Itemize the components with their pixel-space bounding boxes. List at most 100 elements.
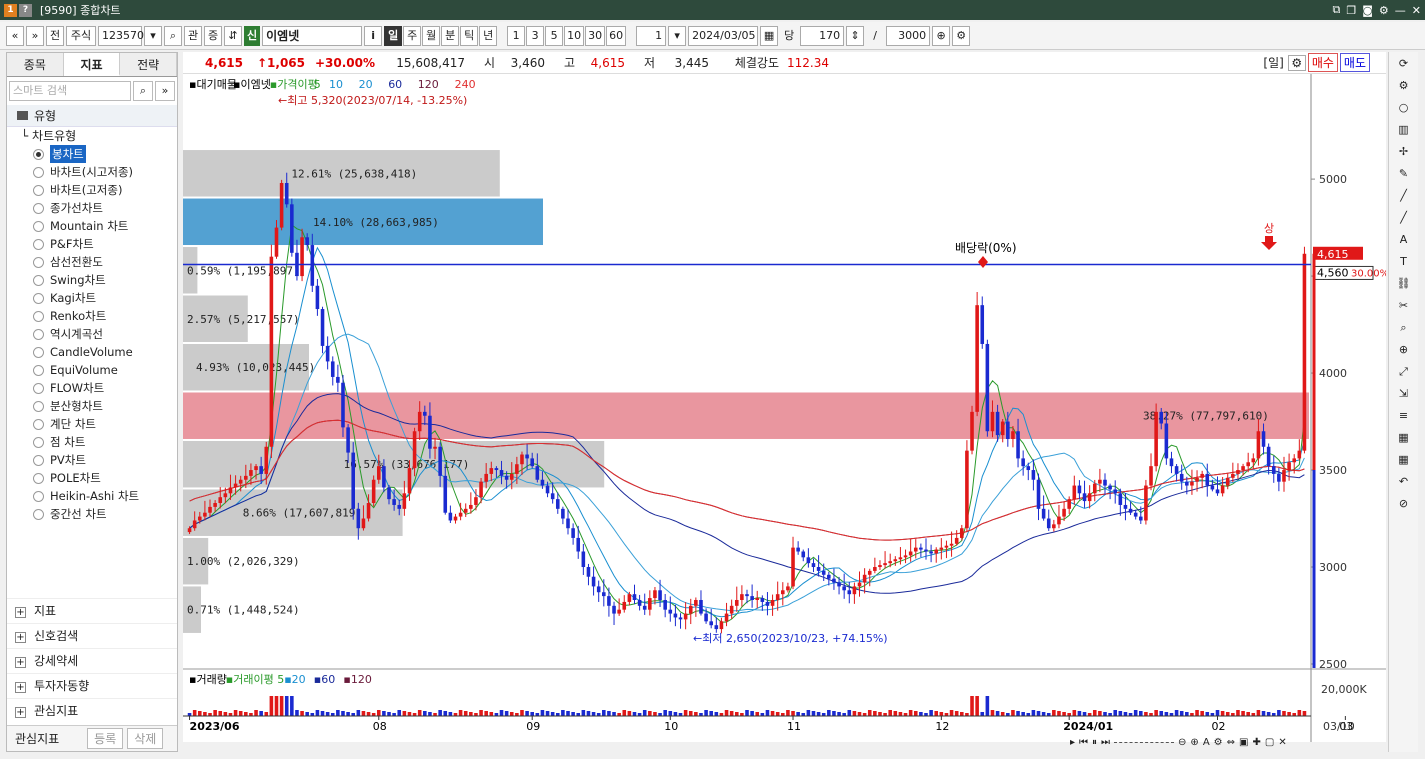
search-icon[interactable]: ⌕	[133, 81, 153, 101]
left-tab-2[interactable]: 전략	[120, 53, 178, 76]
period-tab-0[interactable]: 일	[384, 25, 403, 46]
chart-type-item[interactable]: POLE차트	[7, 469, 177, 487]
chart-type-item[interactable]: 봉차트	[7, 145, 177, 163]
text-icon[interactable]: T	[1393, 252, 1415, 272]
radio-icon[interactable]	[33, 166, 44, 178]
chart-type-item[interactable]: Kagi차트	[7, 289, 177, 307]
radio-icon[interactable]	[33, 292, 44, 304]
line-icon[interactable]: ╱	[1393, 186, 1415, 206]
speed-slider[interactable]	[1114, 741, 1175, 743]
smart-search-input[interactable]: 스마트 검색	[9, 81, 131, 101]
scroll-right-icon[interactable]: ▸	[1070, 737, 1075, 748]
total-input[interactable]: 3000	[886, 25, 931, 46]
gear-icon[interactable]: ⚙	[1393, 76, 1415, 96]
radio-icon[interactable]	[33, 220, 44, 232]
radio-icon[interactable]	[33, 148, 44, 160]
minimize-icon[interactable]: —	[1395, 4, 1406, 17]
period-tab-3[interactable]: 분	[441, 25, 460, 46]
expand-plus-icon[interactable]: +	[15, 707, 26, 718]
expand-plus-icon[interactable]: +	[15, 632, 26, 643]
close-icon[interactable]: ✕	[1412, 4, 1421, 17]
tree-item-0[interactable]: + 지표	[7, 598, 177, 623]
skip-start-icon[interactable]: ⏮	[1079, 737, 1088, 748]
chart-type-item[interactable]: CandleVolume	[7, 343, 177, 361]
calendar-icon[interactable]: ▦	[760, 25, 779, 46]
register-button[interactable]: 등록	[87, 728, 124, 749]
chart-type-item[interactable]: Mountain 차트	[7, 217, 177, 235]
chart-type-item[interactable]: FLOW차트	[7, 379, 177, 397]
chart-type-item[interactable]: 역시계곡선	[7, 325, 177, 343]
left-tab-1[interactable]: 지표	[63, 53, 121, 76]
chart-type-item[interactable]: Swing차트	[7, 271, 177, 289]
updown-icon[interactable]: ⇵	[224, 25, 242, 46]
radio-icon[interactable]	[33, 346, 44, 358]
bars-input[interactable]: 170	[800, 25, 845, 46]
chart-type-item[interactable]: 계단 차트	[7, 415, 177, 433]
count-button-10[interactable]: 10	[564, 25, 585, 46]
pan-icon[interactable]: ⇔	[1227, 737, 1235, 748]
tree-item-1[interactable]: + 신호검색	[7, 623, 177, 648]
search-icon[interactable]: ⌕	[164, 25, 182, 46]
grid-icon[interactable]: ▦	[1393, 428, 1415, 448]
market-select[interactable]: 주식	[66, 25, 96, 46]
chart-type-item[interactable]: EquiVolume	[7, 361, 177, 379]
layout-icon[interactable]: ⧉	[1332, 3, 1340, 17]
gear-icon[interactable]: ⚙	[1379, 4, 1389, 17]
subfolder-chart-type[interactable]: └ 차트유형	[7, 127, 177, 145]
sell-button[interactable]: 매도	[1339, 53, 1370, 72]
count-button-3[interactable]: 3	[526, 25, 545, 46]
radio-icon[interactable]	[33, 400, 44, 412]
period-tab-5[interactable]: 년	[479, 25, 498, 46]
prev-button[interactable]: 전	[46, 25, 64, 46]
chart-settings-icon[interactable]: ⚙	[1287, 54, 1306, 71]
settings-icon[interactable]: ⚙	[952, 25, 971, 46]
left-tab-0[interactable]: 종목	[7, 53, 64, 76]
zoom-out-icon[interactable]: ⊖	[1178, 737, 1186, 748]
radio-icon[interactable]	[33, 328, 44, 340]
radio-icon[interactable]	[33, 490, 44, 502]
skip-end-icon[interactable]: ⏭	[1101, 737, 1110, 748]
delete-button[interactable]: 삭제	[127, 728, 164, 749]
zoom-icon[interactable]: ⌕	[1393, 318, 1415, 338]
chart-type-item[interactable]: 바차트(시고저종)	[7, 163, 177, 181]
help-icon[interactable]: ?	[19, 3, 32, 17]
camera-icon[interactable]: ◙	[1362, 4, 1373, 17]
stock-code-input[interactable]: 123570	[98, 25, 144, 46]
radio-icon[interactable]	[33, 202, 44, 214]
grid-icon[interactable]: ▦	[1393, 450, 1415, 470]
radio-icon[interactable]	[33, 418, 44, 430]
radio-icon[interactable]	[33, 436, 44, 448]
radio-icon[interactable]	[33, 256, 44, 268]
chart-type-item[interactable]: PV차트	[7, 451, 177, 469]
expand-plus-icon[interactable]: +	[15, 607, 26, 618]
scale-icon[interactable]: ⤢	[1393, 362, 1415, 382]
tree-item-4[interactable]: + 관심지표	[7, 698, 177, 723]
period-tab-2[interactable]: 월	[422, 25, 441, 46]
chart-type-item[interactable]: 중간선 차트	[7, 505, 177, 523]
measure-icon[interactable]: ⇲	[1393, 384, 1415, 404]
close-small-icon[interactable]: ✕	[1278, 737, 1286, 748]
tree-item-3[interactable]: + 투자자동향	[7, 673, 177, 698]
capture-icon[interactable]: ▣	[1239, 737, 1248, 748]
unit-dropdown-icon[interactable]: ▾	[668, 25, 687, 46]
count-button-5[interactable]: 5	[545, 25, 564, 46]
count-button-1[interactable]: 1	[507, 25, 526, 46]
line-icon[interactable]: ╱	[1393, 208, 1415, 228]
radio-icon[interactable]	[33, 274, 44, 286]
circle-icon[interactable]: ○	[1393, 98, 1415, 118]
expand-plus-icon[interactable]: +	[15, 657, 26, 668]
radio-icon[interactable]	[33, 508, 44, 520]
chart-type-item[interactable]: 분산형차트	[7, 397, 177, 415]
date-input[interactable]: 2024/03/05	[688, 25, 759, 46]
chart-scrollbar[interactable]: ▸ ⏮ ⏸ ⏭ ⊖ ⊕ A ⚙ ⇔ ▣ ✚ ▢ ✕	[1070, 734, 1385, 750]
cut-icon[interactable]: ✂	[1393, 296, 1415, 316]
settings-small-icon[interactable]: ⚙	[1214, 737, 1223, 748]
zoom-plus-icon[interactable]: ⊕	[932, 25, 951, 46]
radio-icon[interactable]	[33, 472, 44, 484]
nav-next-button[interactable]: »	[26, 25, 44, 46]
auto-icon[interactable]: A	[1393, 230, 1415, 250]
jeung-button[interactable]: 증	[204, 25, 222, 46]
window-icon[interactable]: ▢	[1265, 737, 1274, 748]
copy-icon[interactable]: ❐	[1346, 4, 1356, 17]
nav-prev-button[interactable]: «	[6, 25, 24, 46]
